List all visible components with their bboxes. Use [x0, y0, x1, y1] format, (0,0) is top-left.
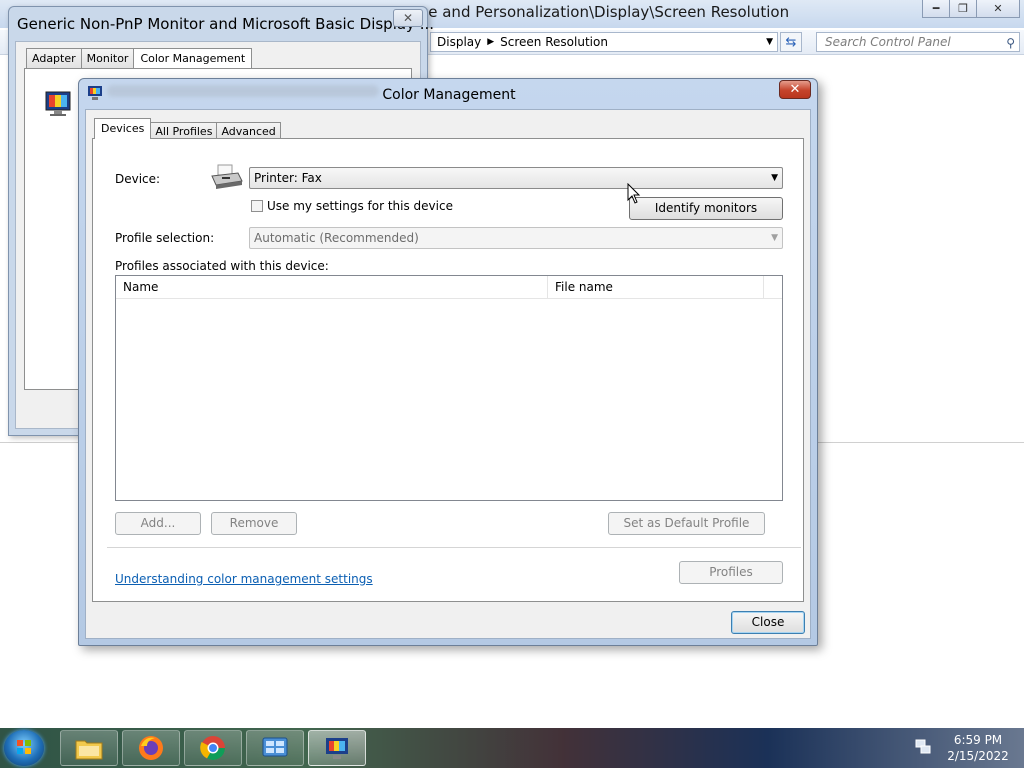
dialog-close-button[interactable]: ✕ — [779, 80, 811, 99]
refresh-icon: ⇆ — [785, 34, 797, 50]
device-value: Printer: Fax — [254, 171, 322, 185]
devices-tab-panel: Device: Printer: Fax ▼ Use my settings f… — [92, 138, 804, 602]
divider — [107, 547, 801, 549]
remove-profile-button[interactable]: Remove — [211, 512, 297, 535]
close-icon: ✕ — [789, 82, 801, 97]
printer-fax-icon — [211, 164, 243, 189]
add-profile-button[interactable]: Add... — [115, 512, 201, 535]
tab-advanced[interactable]: Advanced — [216, 122, 281, 139]
dialog-title: Color Management — [382, 87, 516, 103]
monitor-window-title: Generic Non-PnP Monitor and Microsoft Ba… — [17, 15, 435, 33]
chrome-icon — [200, 736, 225, 761]
taskbar-chrome[interactable] — [184, 730, 242, 766]
monitor-tabs: Adapter Monitor Color Management — [26, 48, 253, 68]
column-header-name[interactable]: Name — [116, 276, 548, 298]
chevron-down-icon: ▼ — [771, 173, 778, 183]
list-header: Name File name — [116, 276, 782, 299]
help-link[interactable]: Understanding color management settings — [115, 572, 373, 586]
search-placeholder: Search Control Panel — [825, 35, 951, 49]
search-icon[interactable]: ⚲ — [1006, 34, 1015, 52]
taskbar-color-management[interactable] — [308, 730, 366, 766]
tab-monitor[interactable]: Monitor — [80, 48, 135, 68]
network-icon[interactable] — [914, 738, 932, 756]
close-icon: ✕ — [402, 11, 414, 25]
device-label: Device: — [115, 172, 161, 186]
chevron-down-icon[interactable]: ▼ — [766, 37, 773, 47]
taskbar: 6:59 PM 2/15/2022 — [0, 728, 1024, 768]
use-my-settings-label: Use my settings for this device — [267, 199, 453, 213]
control-panel-icon — [262, 737, 288, 757]
close-dialog-button[interactable]: Close — [731, 611, 805, 634]
taskbar-control-panel[interactable] — [246, 730, 304, 766]
profile-selection-value: Automatic (Recommended) — [254, 231, 419, 245]
breadcrumb[interactable]: Display ▶ Screen Resolution ▼ — [430, 32, 778, 52]
firefox-icon — [139, 736, 163, 760]
clock-time: 6:59 PM — [953, 733, 1003, 747]
tab-all-profiles[interactable]: All Profiles — [150, 122, 218, 139]
profile-selection-dropdown[interactable]: Automatic (Recommended) ▼ — [249, 227, 783, 249]
color-management-dialog: Color Management ✕ Devices All Profiles … — [78, 78, 818, 646]
use-my-settings-checkbox[interactable] — [251, 200, 263, 212]
color-monitor-icon — [45, 91, 71, 116]
search-input[interactable]: Search Control Panel ⚲ — [816, 32, 1020, 52]
tab-adapter[interactable]: Adapter — [26, 48, 82, 68]
breadcrumb-separator-icon: ▶ — [487, 37, 495, 47]
clock[interactable]: 6:59 PM 2/15/2022 — [940, 732, 1016, 764]
column-header-file-name[interactable]: File name — [548, 276, 764, 298]
close-button[interactable]: ✕ — [976, 0, 1020, 18]
taskbar-windows-explorer[interactable] — [60, 730, 118, 766]
profiles-list[interactable]: Name File name — [115, 275, 783, 501]
restore-button[interactable]: ❐ — [949, 0, 977, 18]
taskbar-firefox[interactable] — [122, 730, 180, 766]
set-default-profile-button[interactable]: Set as Default Profile — [608, 512, 765, 535]
breadcrumb-item-screen-resolution[interactable]: Screen Resolution — [500, 35, 608, 49]
chevron-down-icon: ▼ — [771, 233, 778, 243]
folder-icon — [75, 740, 103, 760]
clock-date: 2/15/2022 — [947, 749, 1009, 763]
tab-color-management[interactable]: Color Management — [133, 48, 253, 68]
control-panel-title: ce and Personalization\Display\Screen Re… — [420, 3, 790, 21]
color-management-icon — [326, 738, 348, 759]
windows-logo-icon — [17, 740, 31, 754]
dialog-body: Devices All Profiles Advanced Device: Pr… — [85, 109, 811, 639]
minimize-button[interactable]: ━ — [922, 0, 950, 18]
profile-selection-label: Profile selection: — [115, 231, 215, 245]
close-icon: ✕ — [993, 2, 1003, 15]
mouse-cursor-icon — [627, 183, 641, 204]
dialog-tabs: Devices All Profiles Advanced — [94, 118, 281, 139]
refresh-button[interactable]: ⇆ — [780, 32, 802, 52]
minimize-icon: ━ — [932, 2, 940, 15]
profiles-associated-label: Profiles associated with this device: — [115, 259, 329, 273]
identify-monitors-button[interactable]: Identify monitors — [629, 197, 783, 220]
tab-devices[interactable]: Devices — [94, 118, 152, 139]
start-button[interactable] — [4, 730, 44, 766]
device-dropdown[interactable]: Printer: Fax ▼ — [249, 167, 783, 189]
monitor-window-close-button[interactable]: ✕ — [393, 9, 423, 27]
profiles-button[interactable]: Profiles — [679, 561, 783, 584]
restore-icon: ❐ — [958, 2, 968, 15]
breadcrumb-item-display[interactable]: Display — [437, 35, 481, 49]
